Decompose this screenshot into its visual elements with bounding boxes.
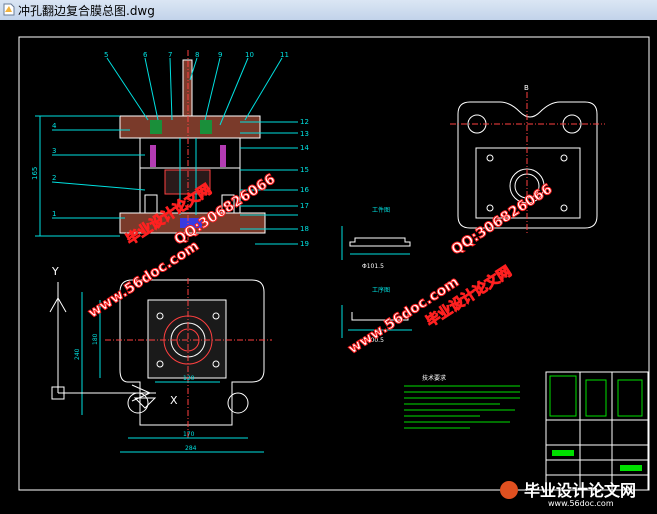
part-num: 3 <box>52 147 56 155</box>
part-num: 18 <box>300 225 309 233</box>
window-titlebar: 冲孔翻边复合膜总图.dwg <box>0 0 657 21</box>
watermark-qq: QQ:306826066 <box>448 181 555 258</box>
part-num: 19 <box>300 240 309 248</box>
part-label: 工序图 <box>372 286 390 294</box>
cad-drawing[interactable]: 165 5 6 7 8 9 10 11 4 3 2 1 12 13 14 15 … <box>0 20 657 510</box>
dim-plan-height: 240 <box>74 348 81 360</box>
part-num: 7 <box>168 51 172 59</box>
part-num: 14 <box>300 144 309 152</box>
axis-x-label: X <box>170 394 178 407</box>
part-num: 16 <box>300 186 309 194</box>
part-num: 17 <box>300 202 309 210</box>
drawing-canvas[interactable]: 165 5 6 7 8 9 10 11 4 3 2 1 12 13 14 15 … <box>0 20 657 510</box>
part-num: 1 <box>52 210 56 218</box>
title-block <box>545 371 649 491</box>
part-num: 15 <box>300 166 309 174</box>
view-label: B <box>524 84 529 92</box>
drawing-border <box>18 36 650 491</box>
footer-url: www.56doc.com <box>548 499 614 508</box>
dim-plan-width-outer: 284 <box>185 445 197 452</box>
part-num: 5 <box>104 51 108 59</box>
window-title: 冲孔翻边复合膜总图.dwg <box>18 4 155 18</box>
dim-plan-height-inner: 180 <box>92 333 99 345</box>
axis-y-label: Y <box>51 265 59 278</box>
notes-title: 技术要求 <box>422 374 446 382</box>
part-drawing-1: 工件图 Φ101.5 <box>341 206 411 270</box>
part-num: 9 <box>218 51 222 59</box>
part-num: 6 <box>143 51 148 59</box>
footer-site: 毕业设计论文网 <box>524 481 636 500</box>
part-num: 8 <box>195 51 199 59</box>
part-num: 4 <box>52 122 57 130</box>
part-num: 12 <box>300 118 309 126</box>
dim-height: 165 <box>31 167 39 180</box>
part-dim-top: Φ101.5 <box>362 263 384 270</box>
technical-notes: 技术要求 <box>404 374 520 429</box>
dwg-file-icon <box>3 3 15 16</box>
part-num: 10 <box>245 51 254 59</box>
part-label: 工件图 <box>372 206 390 214</box>
part-num: 13 <box>300 130 309 138</box>
dim-plan-inner: 120 <box>183 375 195 382</box>
part-num: 11 <box>280 51 289 59</box>
logo-icon <box>500 481 518 499</box>
part-num: 2 <box>52 174 56 182</box>
footer-watermark: 毕业设计论文网 www.56doc.com <box>500 481 636 508</box>
dim-plan-width: 170 <box>183 431 195 438</box>
